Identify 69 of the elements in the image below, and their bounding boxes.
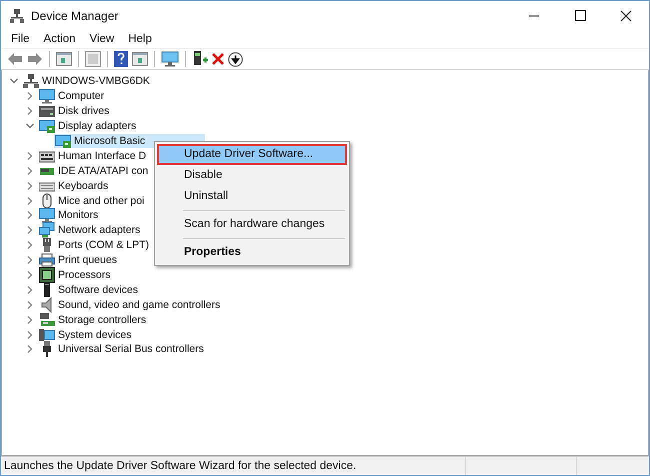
chevron-right-icon[interactable] (26, 182, 34, 190)
tree-item[interactable]: Ports (COM & LPT) (38, 238, 152, 253)
window-pane-icon[interactable] (56, 52, 72, 66)
monitor-icon (39, 88, 55, 104)
tree-item[interactable]: Processors (38, 268, 113, 282)
status-text: Launches the Update Driver Software Wizard for the selected device. (3, 459, 358, 474)
tree-item[interactable]: System devices (38, 327, 134, 342)
chevron-right-icon[interactable] (26, 107, 34, 116)
chevron-right-icon[interactable] (26, 196, 34, 205)
display-card-icon (39, 118, 55, 134)
help-icon[interactable] (114, 51, 128, 67)
chevron-right-icon[interactable] (26, 300, 34, 309)
forward-arrow-icon[interactable] (27, 52, 43, 66)
menu-item[interactable]: Action (36, 33, 82, 45)
menu-item[interactable]: Update Driver Software... (157, 144, 347, 165)
chip-icon (39, 267, 55, 284)
menu-item[interactable]: Help (121, 33, 159, 45)
device-add-icon[interactable] (192, 51, 208, 67)
menu-item[interactable]: Uninstall (157, 186, 347, 207)
tree-item[interactable]: Disk drives (38, 104, 112, 119)
chevron-right-icon[interactable] (26, 166, 34, 175)
window-title: Device Manager (31, 9, 118, 23)
back-arrow-icon[interactable] (7, 52, 23, 66)
chevron-down-icon[interactable] (10, 77, 18, 86)
chevron-down-icon[interactable] (26, 122, 34, 130)
monitor-icon (39, 207, 55, 224)
tree-item[interactable]: Mice and other poi (38, 193, 146, 208)
chevron-right-icon[interactable] (26, 256, 34, 264)
network-icon (39, 222, 55, 238)
tree-item[interactable]: Universal Serial Bus controllers (38, 342, 206, 357)
computer-tree-icon (23, 73, 39, 90)
chevron-right-icon[interactable] (26, 330, 34, 339)
chevron-right-icon[interactable] (26, 271, 34, 280)
computer-tree-icon (10, 9, 24, 23)
tree-item[interactable]: Human Interface D (38, 148, 148, 164)
delete-x-icon[interactable] (212, 53, 224, 65)
tree-item[interactable]: Display adapters (38, 118, 138, 134)
menu-item[interactable]: Scan for hardware changes (157, 214, 347, 235)
chevron-right-icon[interactable] (26, 316, 34, 324)
chevron-right-icon[interactable] (26, 286, 34, 294)
chevron-right-icon[interactable] (26, 345, 34, 354)
window-pane-icon[interactable] (132, 52, 148, 66)
tree-item[interactable]: Print queues (38, 252, 119, 268)
download-circle-icon[interactable] (228, 52, 243, 66)
menu-item[interactable]: Disable (157, 165, 347, 186)
menu-item[interactable]: File (4, 33, 37, 45)
chevron-right-icon[interactable] (26, 226, 34, 234)
storage-board-icon (39, 312, 55, 328)
printer-icon (39, 252, 55, 268)
monitor-icon[interactable] (161, 51, 179, 67)
menu-item[interactable]: View (82, 33, 122, 45)
drive-icon (39, 103, 55, 120)
tree-item[interactable]: Storage controllers (38, 312, 148, 328)
system-monitor-icon (39, 326, 55, 343)
tree-item[interactable]: WINDOWS-VMBG6DK (22, 74, 152, 89)
tree-item[interactable]: Keyboards (38, 178, 110, 194)
chevron-right-icon[interactable] (26, 211, 34, 220)
tree-item[interactable]: Monitors (38, 208, 100, 223)
chevron-right-icon[interactable] (26, 152, 34, 160)
chevron-right-icon[interactable] (26, 241, 34, 250)
tree-item[interactable]: Computer (38, 88, 106, 104)
tree-item[interactable]: IDE ATA/ATAPI con (38, 163, 150, 178)
display-card-icon (55, 133, 71, 150)
menu-item[interactable]: Properties (157, 242, 347, 263)
tree-item[interactable]: Software devices (38, 282, 140, 298)
chevron-right-icon[interactable] (26, 92, 34, 100)
tree-item[interactable]: Network adapters (38, 222, 142, 238)
tree-item[interactable]: Sound, video and game controllers (38, 297, 222, 312)
properties-sheet-icon[interactable] (85, 51, 101, 67)
